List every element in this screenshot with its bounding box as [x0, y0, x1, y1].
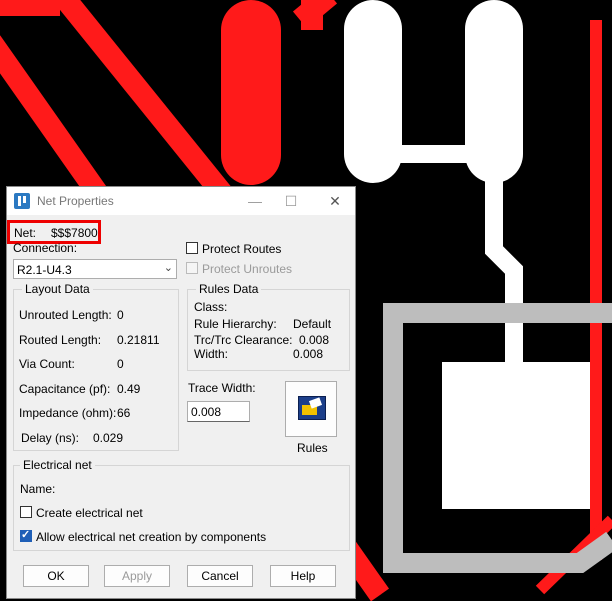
impedance-value: 66 [117, 406, 131, 420]
net-properties-dialog: Net Properties — ☐ ✕ Net: $$$7800 Connec… [6, 186, 356, 599]
capacitance-label: Capacitance (pf): [19, 382, 111, 396]
width-label: Width: [194, 347, 229, 361]
white-bar [395, 145, 475, 163]
class-label: Class: [194, 300, 228, 314]
ok-button[interactable]: OK [23, 565, 89, 587]
rules-button-label: Rules [297, 441, 328, 455]
red-pad [221, 0, 281, 185]
protect-unroutes-label: Protect Unroutes [202, 262, 293, 276]
connection-label: Connection: [13, 241, 78, 255]
apply-button[interactable]: Apply [104, 565, 170, 587]
routed-length-label: Routed Length: [19, 333, 102, 347]
close-button[interactable]: ✕ [325, 191, 345, 211]
net-value: $$$7800 [51, 226, 98, 240]
title-bar[interactable]: Net Properties — ☐ ✕ [7, 187, 355, 215]
allow-electrical-net-label: Allow electrical net creation by compone… [36, 530, 267, 544]
rule-hierarchy-label: Rule Hierarchy: [194, 317, 277, 331]
clearance-label: Trc/Trc Clearance: [194, 333, 293, 347]
allow-electrical-net-checkbox[interactable] [20, 528, 32, 542]
layout-data-title: Layout Data [22, 282, 93, 296]
routed-length-value: 0.21811 [117, 333, 160, 347]
unrouted-length-label: Unrouted Length: [19, 308, 112, 322]
rules-data-group: Rules Data Class: Rule Hierarchy: Defaul… [187, 282, 350, 371]
capacitance-value: 0.49 [117, 382, 141, 396]
via-count-value: 0 [117, 357, 124, 371]
connection-value: R2.1-U4.3 [17, 263, 72, 277]
maximize-button[interactable]: ☐ [281, 191, 301, 211]
app-icon [14, 193, 30, 209]
dialog-title: Net Properties [37, 194, 114, 208]
help-button[interactable]: Help [270, 565, 336, 587]
minimize-button[interactable]: — [245, 191, 265, 211]
layout-data-group: Layout Data Unrouted Length: 0 Routed Le… [13, 282, 179, 451]
delay-label: Delay (ns): [21, 431, 80, 445]
unrouted-length-value: 0 [117, 308, 124, 322]
trace-width-input[interactable]: 0.008 [187, 401, 250, 422]
width-value: 0.008 [293, 347, 324, 361]
rule-hierarchy-value: Default [293, 317, 332, 331]
clearance-value: 0.008 [299, 333, 330, 347]
chevron-down-icon: ⌄ [163, 262, 173, 274]
rules-data-title: Rules Data [196, 282, 262, 296]
protect-routes-label: Protect Routes [202, 242, 282, 256]
via-count-label: Via Count: [19, 357, 75, 371]
electrical-name-label: Name: [20, 482, 56, 496]
net-label: Net: [14, 226, 37, 240]
protect-unroutes-checkbox[interactable] [186, 262, 198, 274]
connection-select[interactable]: R2.1-U4.3 ⌄ [13, 259, 177, 279]
rules-button[interactable] [285, 381, 337, 437]
rules-icon [298, 396, 326, 420]
white-pad-left [344, 0, 402, 183]
trace-width-value: 0.008 [191, 405, 222, 419]
white-pad-square [442, 362, 590, 509]
trace-width-label: Trace Width: [188, 381, 256, 395]
create-electrical-net-label: Create electrical net [36, 506, 143, 520]
protect-routes-checkbox[interactable] [186, 242, 198, 254]
electrical-net-group: Electrical net Name: Create electrical n… [13, 458, 350, 551]
impedance-label: Impedance (ohm): [19, 406, 117, 420]
electrical-net-title: Electrical net [20, 458, 95, 472]
create-electrical-net-checkbox[interactable] [20, 506, 32, 518]
cancel-button[interactable]: Cancel [187, 565, 253, 587]
delay-value: 0.029 [93, 431, 124, 445]
